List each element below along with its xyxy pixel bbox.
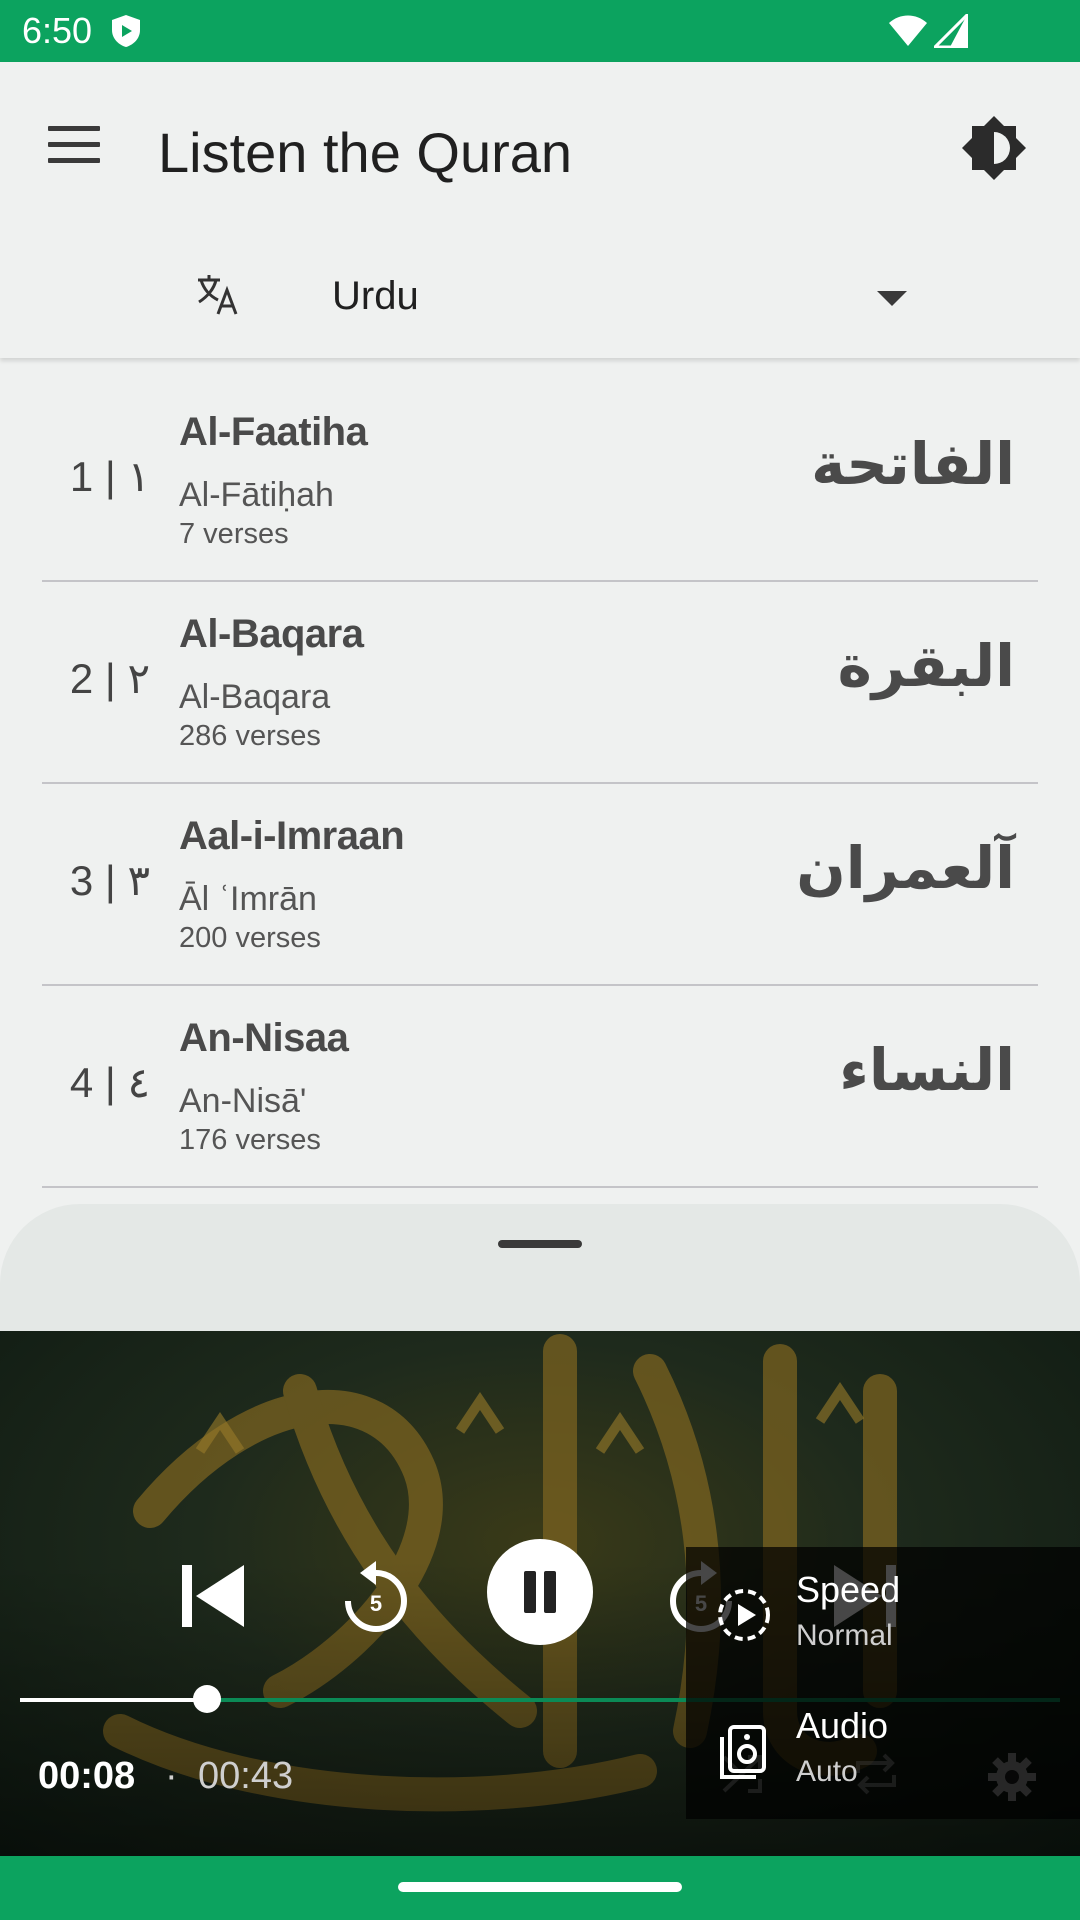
surah-verse-count: 286 verses xyxy=(179,720,321,752)
bottom-sheet[interactable] xyxy=(0,1204,1080,1334)
surah-verse-count: 176 verses xyxy=(179,1124,321,1156)
wifi-icon xyxy=(889,15,927,46)
speaker-icon xyxy=(720,1725,766,1779)
surah-name: Al-Baqara xyxy=(179,612,364,656)
surah-transliteration: Āl ʿImrān xyxy=(179,880,317,918)
surah-number: 2 | ٢ xyxy=(69,655,151,702)
progress-fill xyxy=(20,1698,208,1702)
audio-label: Audio xyxy=(796,1705,889,1746)
surah-transliteration: Al-Baqara xyxy=(179,678,331,716)
list-item[interactable]: 4 | ٤ An-Nisaa An-Nisā' 176 verses النسا… xyxy=(0,986,1080,1188)
surah-arabic-name: البقرة xyxy=(837,632,1015,700)
home-gesture-handle[interactable] xyxy=(398,1882,682,1892)
divider xyxy=(42,1186,1038,1188)
surah-name: Al-Faatiha xyxy=(179,410,368,454)
list-item[interactable]: 1 | ١ Al-Faatiha Al-Fātiḥah 7 verses الف… xyxy=(0,380,1080,582)
translate-icon xyxy=(198,275,238,315)
status-time: 6:50 xyxy=(22,10,93,51)
player-settings-menu: Speed Normal Audio Auto xyxy=(686,1547,1080,1819)
total-time: 00:43 xyxy=(198,1755,294,1797)
surah-number: 3 | ٣ xyxy=(69,857,151,904)
surah-transliteration: An-Nisā' xyxy=(179,1082,307,1120)
surah-transliteration: Al-Fātiḥah xyxy=(179,476,334,514)
navigation-bar xyxy=(0,1856,1080,1920)
speed-value: Normal xyxy=(796,1619,893,1652)
app-bar: Listen the Quran Urdu xyxy=(0,62,1080,358)
speed-label: Speed xyxy=(796,1569,901,1610)
speed-menu-item[interactable]: Speed Normal xyxy=(686,1547,1080,1683)
skip-previous-icon[interactable] xyxy=(178,1561,248,1631)
menu-icon[interactable] xyxy=(48,126,100,166)
brightness-icon[interactable] xyxy=(960,114,1028,182)
surah-arabic-name: آلعمران xyxy=(796,834,1015,902)
current-time: 00:08 xyxy=(38,1755,136,1797)
pause-button[interactable] xyxy=(487,1539,593,1645)
progress-thumb[interactable] xyxy=(193,1685,222,1713)
status-bar: 6:50 xyxy=(0,0,1080,62)
shield-icon xyxy=(112,15,140,47)
dropdown-arrow-icon[interactable] xyxy=(877,291,907,306)
surah-verse-count: 200 verses xyxy=(179,922,321,954)
surah-number: 1 | ١ xyxy=(69,453,151,500)
signal-icon xyxy=(934,14,968,48)
audio-value: Auto xyxy=(796,1755,858,1788)
page-title: Listen the Quran xyxy=(158,121,573,184)
surah-verse-count: 7 verses xyxy=(179,518,289,550)
time-separator: · xyxy=(165,1755,178,1797)
rewind-seconds: 5 xyxy=(370,1591,382,1616)
surah-arabic-name: النساء xyxy=(839,1036,1015,1104)
drag-handle[interactable] xyxy=(498,1240,582,1248)
language-select[interactable]: Urdu xyxy=(332,274,419,319)
surah-name: An-Nisaa xyxy=(179,1016,349,1060)
playback-speed-icon xyxy=(718,1589,770,1641)
audio-menu-item[interactable]: Audio Auto xyxy=(686,1683,1080,1819)
surah-list: 1 | ١ Al-Faatiha Al-Fātiḥah 7 verses الف… xyxy=(0,380,1080,1188)
list-item[interactable]: 2 | ٢ Al-Baqara Al-Baqara 286 verses الب… xyxy=(0,582,1080,784)
surah-arabic-name: الفاتحة xyxy=(811,430,1015,498)
surah-name: Aal-i-Imraan xyxy=(179,814,405,858)
list-item[interactable]: 3 | ٣ Aal-i-Imraan Āl ʿImrān 200 verses … xyxy=(0,784,1080,986)
rewind-icon[interactable]: 5 xyxy=(340,1549,412,1641)
surah-number: 4 | ٤ xyxy=(69,1059,151,1106)
